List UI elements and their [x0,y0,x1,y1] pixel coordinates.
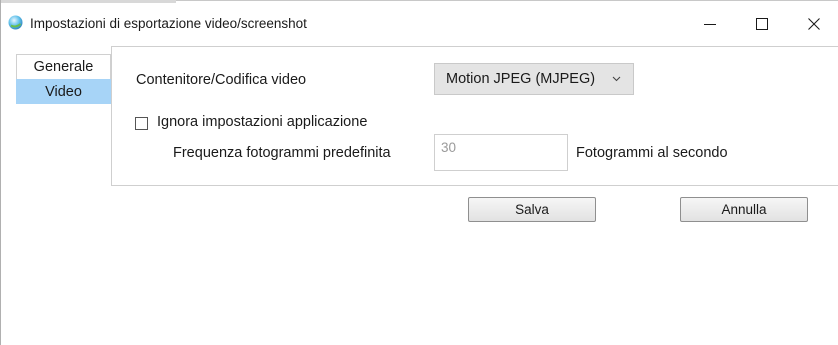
maximize-button[interactable] [739,10,785,38]
close-icon [808,18,820,30]
framerate-input[interactable]: 30 [434,134,568,171]
minimize-icon [704,24,716,25]
minimize-button[interactable] [687,10,733,38]
tab-video[interactable]: Video [16,79,111,104]
close-button[interactable] [791,10,837,38]
container-codec-select[interactable]: Motion JPEG (MJPEG) [434,63,634,95]
ignore-app-settings-checkbox[interactable] [135,117,148,130]
export-settings-window: Impostazioni di esportazione video/scree… [0,0,838,345]
container-codec-label: Contenitore/Codifica video [136,72,307,88]
framerate-unit-label: Fotogrammi al secondo [576,145,728,161]
globe-icon [8,15,23,30]
chevron-down-icon [612,76,621,82]
tab-generale[interactable]: Generale [16,54,111,79]
maximize-icon [756,18,768,30]
framerate-label: Frequenza fotogrammi predefinita [173,145,391,161]
save-button[interactable]: Salva [468,197,596,222]
container-codec-value: Motion JPEG (MJPEG) [446,71,596,87]
cancel-button[interactable]: Annulla [680,197,808,222]
window-title: Impostazioni di esportazione video/scree… [30,16,307,31]
title-bar[interactable]: Impostazioni di esportazione video/scree… [1,0,838,44]
ignore-app-settings-label[interactable]: Ignora impostazioni applicazione [157,114,367,130]
